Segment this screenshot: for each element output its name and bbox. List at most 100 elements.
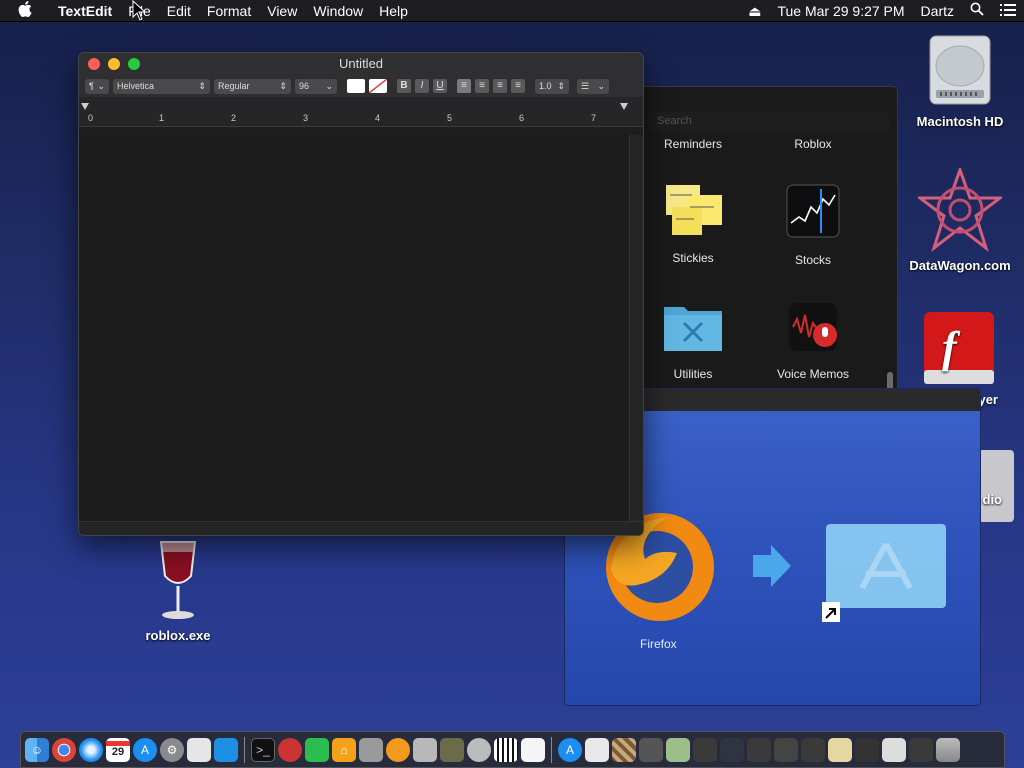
vertical-scrollbar[interactable] bbox=[629, 135, 643, 521]
file-icon[interactable] bbox=[666, 737, 690, 762]
people-icon[interactable] bbox=[639, 737, 663, 762]
align-left-button[interactable]: ≡ bbox=[457, 79, 471, 93]
system-preferences-icon[interactable]: ⚙ bbox=[160, 737, 184, 762]
app-item-utilities[interactable]: Utilities bbox=[638, 301, 748, 381]
list-icon: ☰ bbox=[581, 80, 590, 91]
app-item-stickies[interactable]: Stickies bbox=[638, 185, 748, 265]
facetime-icon[interactable] bbox=[305, 737, 329, 762]
menu-window[interactable]: Window bbox=[305, 0, 371, 22]
menu-app-name[interactable]: TextEdit bbox=[50, 0, 120, 22]
window-thumbnail-icon[interactable] bbox=[855, 737, 879, 762]
roblox-icon[interactable] bbox=[187, 737, 211, 762]
spotlight-search-icon[interactable] bbox=[962, 0, 992, 22]
zoom-button[interactable] bbox=[128, 58, 140, 70]
disk-utility-icon[interactable] bbox=[467, 737, 491, 762]
terminal-icon[interactable]: >_ bbox=[251, 737, 275, 762]
textedit-window: Untitled ¶ ⌄ Helvetica ⇕ Regular ⇕ 96 ⌄ B I … bbox=[78, 52, 644, 536]
network-utility-icon[interactable] bbox=[440, 737, 464, 762]
automator-icon[interactable] bbox=[359, 737, 383, 762]
align-justify-button[interactable]: ≡ bbox=[511, 79, 525, 93]
font-size-combo[interactable]: 96 ⌄ bbox=[295, 78, 337, 94]
textedit-icon[interactable] bbox=[521, 737, 545, 762]
window-thumbnail-icon[interactable] bbox=[801, 737, 825, 762]
horizontal-scrollbar[interactable] bbox=[79, 521, 643, 535]
drive-icon bbox=[978, 450, 1014, 522]
desktop-icon-datawagon[interactable]: DataWagon.com bbox=[900, 165, 1020, 273]
alias-cursor-icon bbox=[821, 601, 841, 628]
app-item-roblox[interactable]: Roblox bbox=[758, 137, 868, 151]
books-icon[interactable] bbox=[386, 737, 410, 762]
eject-icon[interactable]: ⏏ bbox=[740, 0, 769, 22]
ruler-number: 7 bbox=[591, 113, 597, 123]
ruler-number: 5 bbox=[447, 113, 453, 123]
window-thumbnail-icon[interactable] bbox=[774, 737, 798, 762]
desktop-icon-macintosh-hd[interactable]: Macintosh HD bbox=[905, 32, 1015, 129]
align-center-button[interactable]: ≡ bbox=[475, 79, 489, 93]
desktop-icon-label: DataWagon.com bbox=[909, 258, 1011, 273]
app-item-reminders[interactable]: Reminders bbox=[638, 137, 748, 151]
ruler-number: 4 bbox=[375, 113, 381, 123]
line-spacing-popup[interactable]: 1.0 ⇕ bbox=[535, 78, 569, 94]
calendar-icon[interactable]: 29 bbox=[106, 737, 130, 762]
mouse-pointer-icon bbox=[132, 0, 148, 27]
text-color-well[interactable] bbox=[347, 79, 365, 93]
applications-folder-icon bbox=[826, 524, 946, 608]
close-button[interactable] bbox=[88, 58, 100, 70]
underline-button[interactable]: U bbox=[433, 79, 447, 93]
desktop-icon-label: roblox.exe bbox=[145, 628, 211, 643]
apple-menu-icon[interactable] bbox=[0, 0, 50, 21]
ruler[interactable]: 0 1 2 3 4 5 6 7 bbox=[79, 97, 643, 127]
menu-format[interactable]: Format bbox=[199, 0, 259, 22]
background-color-well[interactable] bbox=[368, 78, 388, 94]
home-icon[interactable]: ⌂ bbox=[332, 737, 356, 762]
paragraph-style-popup[interactable]: ¶ ⌄ bbox=[85, 78, 109, 94]
app-item-stocks[interactable]: Stocks bbox=[758, 183, 868, 267]
flash-player-icon: f bbox=[922, 310, 996, 386]
applications-folder-icon[interactable]: A bbox=[558, 737, 582, 762]
font-style-popup[interactable]: Regular ⇕ bbox=[214, 78, 291, 94]
voice-memos-icon bbox=[785, 301, 841, 353]
desktop-icon-label: Macintosh HD bbox=[916, 114, 1004, 129]
format-toolbar: ¶ ⌄ Helvetica ⇕ Regular ⇕ 96 ⌄ B I U ≡ ≡ ≡ ≡… bbox=[79, 75, 643, 97]
minimize-button[interactable] bbox=[108, 58, 120, 70]
list-style-popup[interactable]: ☰ ⌄ bbox=[577, 78, 609, 94]
dvd-player-icon[interactable] bbox=[278, 737, 302, 762]
font-family-popup[interactable]: Helvetica ⇕ bbox=[113, 78, 210, 94]
italic-button[interactable]: I bbox=[415, 79, 429, 93]
bold-button[interactable]: B bbox=[397, 79, 411, 93]
menu-clock[interactable]: Tue Mar 29 9:27 PM bbox=[769, 0, 912, 22]
roblox-studio-icon[interactable] bbox=[214, 737, 238, 762]
menu-user[interactable]: Dartz bbox=[913, 0, 962, 22]
document-icon[interactable] bbox=[585, 737, 609, 762]
script-editor-icon[interactable] bbox=[413, 737, 437, 762]
chrome-icon[interactable] bbox=[52, 737, 76, 762]
window-thumbnail-icon[interactable] bbox=[693, 737, 717, 762]
window-thumbnail-icon[interactable] bbox=[720, 737, 744, 762]
safari-icon[interactable] bbox=[79, 737, 103, 762]
notification-center-icon[interactable] bbox=[992, 0, 1024, 22]
app-store-icon[interactable]: A bbox=[133, 737, 157, 762]
window-thumbnail-icon[interactable] bbox=[747, 737, 771, 762]
utilities-folder-icon bbox=[662, 301, 724, 353]
window-titlebar[interactable]: Untitled bbox=[79, 53, 643, 75]
image-thumbnail-icon[interactable] bbox=[828, 737, 852, 762]
right-margin-marker[interactable] bbox=[620, 103, 628, 110]
menu-help[interactable]: Help bbox=[371, 0, 416, 22]
text-area[interactable] bbox=[79, 135, 629, 521]
trash-icon[interactable] bbox=[936, 737, 960, 762]
desktop-icon-roblox-exe[interactable]: roblox.exe bbox=[128, 538, 228, 643]
finder-icon[interactable]: ☺ bbox=[25, 737, 49, 762]
midi-keyboard-icon[interactable] bbox=[494, 737, 518, 762]
menu-edit[interactable]: Edit bbox=[159, 0, 199, 22]
stickies-icon bbox=[662, 185, 724, 237]
chess-icon[interactable] bbox=[612, 737, 636, 762]
window-thumbnail-icon[interactable] bbox=[909, 737, 933, 762]
align-right-button[interactable]: ≡ bbox=[493, 79, 507, 93]
app-item-voice-memos[interactable]: Voice Memos bbox=[758, 301, 868, 381]
installer-app-label: Firefox bbox=[640, 637, 677, 651]
document-thumbnail-icon[interactable] bbox=[882, 737, 906, 762]
ruler-number: 2 bbox=[231, 113, 237, 123]
menu-view[interactable]: View bbox=[259, 0, 305, 22]
left-margin-marker[interactable] bbox=[81, 103, 89, 110]
search-field[interactable]: Search bbox=[649, 112, 889, 132]
